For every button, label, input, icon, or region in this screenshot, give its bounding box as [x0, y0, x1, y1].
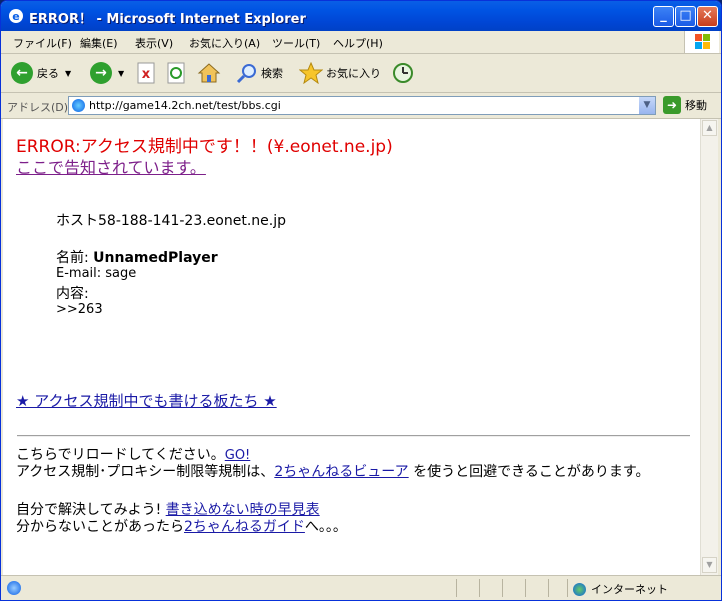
svg-text:x: x — [142, 67, 151, 82]
favorites-button[interactable]: お気に入り — [299, 60, 381, 86]
guide-line: 分からないことがあったら2ちゃんねるガイドへ。。。 — [16, 516, 347, 536]
content-label: 内容: — [56, 286, 89, 302]
vertical-scrollbar[interactable]: ▲ ▼ — [700, 119, 718, 575]
ie-logo-icon: e — [9, 9, 23, 23]
content-value: >>263 — [56, 302, 103, 317]
status-divider — [525, 579, 526, 597]
menu-view[interactable]: 表示(V) — [135, 35, 173, 51]
star-icon — [299, 62, 323, 84]
favorites-label: お気に入り — [326, 67, 381, 80]
host-label: ホスト — [56, 213, 98, 229]
go-label: 移動 — [685, 99, 707, 112]
search-button[interactable]: 検索 — [236, 60, 283, 86]
status-divider — [567, 579, 568, 597]
forward-arrow-icon: → — [90, 62, 112, 84]
browser-window: e ERROR！ - Microsoft Internet Explorer _… — [0, 0, 722, 601]
menu-file[interactable]: ファイル(F) — [13, 35, 72, 51]
forward-dropdown-icon[interactable]: ▼ — [118, 69, 124, 78]
host-line: ホスト58-188-141-23.eonet.ne.jp — [56, 210, 286, 230]
forward-button[interactable]: → ▼ — [90, 60, 124, 86]
close-button[interactable]: ✕ — [697, 6, 718, 27]
minimize-button[interactable]: _ — [653, 6, 674, 27]
page-icon — [72, 99, 85, 112]
stop-button[interactable]: x — [136, 60, 156, 86]
scroll-down-icon[interactable]: ▼ — [702, 557, 717, 573]
address-bar: アドレス(D) http://game14.2ch.net/test/bbs.c… — [1, 93, 721, 119]
host-value: 58-188-141-23.eonet.ne.jp — [98, 213, 286, 229]
menu-help[interactable]: ヘルプ(H) — [333, 35, 383, 51]
home-icon — [197, 63, 221, 83]
proxy-text-1: アクセス規制･プロキシー制限等規制は、 — [16, 464, 275, 480]
boards-link[interactable]: ★ アクセス規制中でも書ける板たち ★ — [16, 390, 277, 411]
go-button[interactable]: ➜ 移動 — [663, 96, 707, 114]
unknown-text: 分からないことがあったら — [16, 519, 184, 535]
proxy-line: アクセス規制･プロキシー制限等規制は、2ちゃんねるビューア を使うと回避できるこ… — [16, 461, 649, 481]
menu-bar: ファイル(F) 編集(E) 表示(V) お気に入り(A) ツール(T) ヘルプ(… — [1, 31, 721, 54]
window-title: ERROR！ - Microsoft Internet Explorer — [29, 12, 306, 27]
address-dropdown-icon[interactable]: ▼ — [639, 97, 655, 114]
status-divider — [548, 579, 549, 597]
go-arrow-icon: ➜ — [663, 96, 681, 114]
history-button[interactable] — [391, 60, 415, 86]
guide-link[interactable]: 2ちゃんねるガイド — [184, 519, 305, 535]
title-bar: e ERROR！ - Microsoft Internet Explorer _… — [1, 1, 721, 31]
status-divider — [456, 579, 457, 597]
search-label: 検索 — [261, 67, 283, 80]
name-value: UnnamedPlayer — [93, 250, 218, 266]
zone-label: インターネット — [591, 583, 668, 596]
windows-logo-icon — [684, 31, 719, 53]
search-icon — [236, 64, 256, 84]
status-divider — [479, 579, 480, 597]
name-line: 名前: UnnamedPlayer — [56, 247, 218, 267]
refresh-icon — [167, 62, 185, 84]
security-zone: インターネット — [573, 581, 668, 597]
refresh-button[interactable] — [166, 60, 186, 86]
menu-edit[interactable]: 編集(E) — [80, 35, 118, 51]
home-button[interactable] — [197, 60, 221, 86]
status-page-icon — [7, 581, 21, 595]
menu-favorites[interactable]: お気に入り(A) — [189, 35, 260, 51]
viewer-link[interactable]: 2ちゃんねるビューア — [274, 464, 408, 480]
toolbar: ← 戻る ▼ → ▼ x 検索 お気に入り — [1, 54, 721, 93]
status-bar: インターネット — [1, 575, 721, 600]
horizontal-rule — [17, 435, 690, 437]
svg-text:e: e — [12, 10, 19, 23]
back-label: 戻る — [37, 67, 59, 80]
status-divider — [502, 579, 503, 597]
globe-icon — [573, 582, 586, 596]
maximize-button[interactable]: □ — [675, 6, 696, 27]
stop-icon: x — [137, 62, 155, 84]
email-line: E-mail: sage — [56, 266, 137, 281]
unknown-tail: へ。。。 — [304, 519, 347, 535]
back-arrow-icon: ← — [11, 62, 33, 84]
name-label: 名前: — [56, 250, 94, 266]
page-content: ERROR:アクセス規制中です！！(¥.eonet.ne.jp) ここで告知され… — [3, 119, 700, 575]
back-button[interactable]: ← 戻る ▼ — [11, 60, 71, 86]
history-icon — [393, 63, 413, 83]
proxy-text-2: を使うと回避できることがあります。 — [408, 464, 650, 480]
menu-tools[interactable]: ツール(T) — [272, 35, 320, 51]
address-input[interactable]: http://game14.2ch.net/test/bbs.cgi ▼ — [68, 96, 656, 115]
address-label: アドレス(D) — [7, 101, 69, 114]
scroll-up-icon[interactable]: ▲ — [702, 120, 717, 136]
notice-link[interactable]: ここで告知されています。 — [16, 154, 206, 178]
back-dropdown-icon[interactable]: ▼ — [65, 69, 71, 78]
address-url: http://game14.2ch.net/test/bbs.cgi — [89, 99, 281, 112]
